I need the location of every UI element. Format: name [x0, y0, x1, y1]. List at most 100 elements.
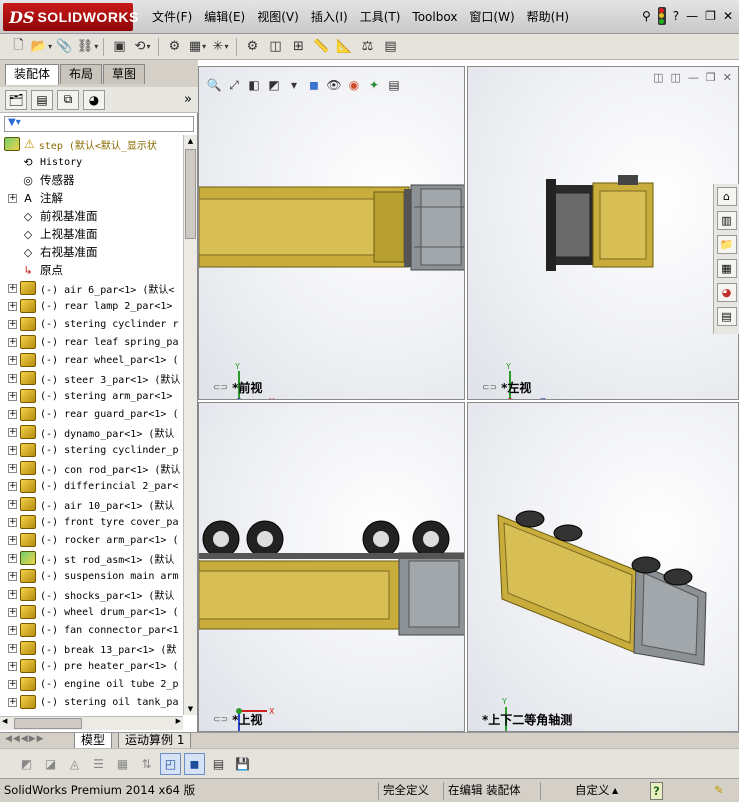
expand-toggle-icon[interactable]: + [8, 571, 17, 581]
tree-item-sensor[interactable]: ◎ 传感器 [0, 171, 183, 189]
file-explorer-icon[interactable]: 📁 [716, 235, 737, 254]
tab-motion-study[interactable]: 运动算例 1 [118, 733, 192, 749]
expand-toggle-icon[interactable]: + [8, 643, 17, 653]
tree-component-row[interactable]: + (-) rear guard_par<1> ( [0, 405, 183, 423]
tree-component-row[interactable]: + (-) stering oil tank_pa [0, 693, 183, 711]
tree-component-row[interactable]: + (-) st rod_asm<1> (默认 [0, 549, 183, 567]
menu-tools[interactable]: 工具(T) [354, 8, 407, 26]
tree-component-row[interactable]: + (-) break 13_par<1> (默 [0, 639, 183, 657]
smart-fasteners-icon[interactable]: ⚙ [164, 37, 185, 57]
expand-toggle-icon[interactable]: + [8, 283, 17, 293]
scroll-up-arrow-icon[interactable]: ▲ [185, 135, 196, 147]
pattern-icon[interactable]: ▦ [187, 37, 208, 57]
tree-item-origin[interactable]: ↳ 原点 [0, 261, 183, 279]
scroll-left-arrow-icon[interactable]: ◀ [2, 717, 7, 725]
tree-component-row[interactable]: + (-) con rod_par<1> (默认 [0, 459, 183, 477]
viewport-front[interactable]: 🔍 ⤢ ◧ ◩ ▾ ◼ 👁 ◉ ✦ ▤ Y ⊂⊃ *前视 [198, 66, 465, 400]
insert-component-icon[interactable]: ▣ [109, 37, 130, 57]
minimize-button[interactable]: — [686, 9, 698, 23]
appearance-icon[interactable]: ◕ [83, 89, 105, 110]
custom-properties-icon[interactable]: ▤ [716, 307, 737, 326]
expand-toggle-icon[interactable]: + [8, 625, 17, 635]
save-view-icon[interactable]: 💾 [232, 753, 253, 775]
menu-view[interactable]: 视图(V) [251, 8, 305, 26]
expand-toggle-icon[interactable]: + [8, 517, 17, 527]
measure-icon[interactable]: 📏 [311, 37, 332, 57]
expand-toggle-icon[interactable]: + [8, 697, 17, 707]
mate-icon[interactable]: ⛓ [77, 37, 98, 57]
home-icon[interactable]: ⌂ [716, 187, 737, 206]
expand-toggle-icon[interactable]: + [8, 589, 17, 599]
tree-component-row[interactable]: + (-) differincial 2_par< [0, 477, 183, 495]
menu-file[interactable]: 文件(F) [146, 8, 198, 26]
open-icon[interactable]: 📂 [31, 37, 52, 57]
menu-toolbox[interactable]: Toolbox [406, 8, 463, 26]
tree-item-annotation[interactable]: + A 注解 [0, 189, 183, 207]
tree-item-plane[interactable]: ◇ 右视基准面 [0, 243, 183, 261]
expand-toggle-icon[interactable]: + [8, 337, 17, 347]
paperclip-icon[interactable]: 📎 [54, 37, 75, 57]
link-icon[interactable]: ⊂⊃ [482, 383, 497, 393]
expand-toggle-icon[interactable]: + [8, 193, 17, 203]
viewport-dimetric[interactable]: Y X Z *上下二等角轴测 [467, 402, 739, 732]
hidden-lines-icon[interactable]: ◬ [64, 753, 85, 775]
table-icon[interactable]: ▤ [208, 753, 229, 775]
tab-sketch[interactable]: 草图 [103, 64, 146, 84]
tab-scroll-arrows-icon[interactable]: ◀◀◀▶▶ [5, 734, 45, 744]
help-menu-button[interactable]: ? [673, 9, 679, 23]
tree-component-row[interactable]: + (-) stering cyclinder r [0, 315, 183, 333]
tree-component-row[interactable]: + (-) suspension main arm [0, 567, 183, 585]
expand-toggle-icon[interactable]: + [8, 355, 17, 365]
expand-toggle-icon[interactable]: + [8, 661, 17, 671]
configuration-manager-icon[interactable]: ⧉ [57, 89, 79, 110]
tree-component-row[interactable]: + (-) shocks_par<1> (默认 [0, 585, 183, 603]
tree-component-row[interactable]: + (-) wheel drum_par<1> ( [0, 603, 183, 621]
tree-component-row[interactable]: + (-) fan connector_par<1 [0, 621, 183, 639]
expand-toggle-icon[interactable]: + [8, 427, 17, 437]
tab-assembly[interactable]: 装配体 [5, 64, 60, 85]
tree-filter-input[interactable]: ▼▾ [4, 116, 194, 132]
solidworks-logo[interactable]: DS SOLIDWORKS [3, 3, 138, 31]
grid-icon[interactable]: ▦ [112, 753, 133, 775]
tree-item-plane[interactable]: ◇ 上视基准面 [0, 225, 183, 243]
expand-toggle-icon[interactable]: + [8, 535, 17, 545]
menu-window[interactable]: 窗口(W) [463, 8, 520, 26]
options-gear-icon[interactable]: ⚙ [242, 37, 263, 57]
pin-icon[interactable]: ⚲ [642, 9, 651, 23]
interference-icon[interactable]: ◫ [265, 37, 286, 57]
list-icon[interactable]: ☰ [88, 753, 109, 775]
hscroll-thumb[interactable] [14, 718, 82, 729]
mass-properties-icon[interactable]: ⚖ [357, 37, 378, 57]
scroll-down-arrow-icon[interactable]: ▼ [185, 703, 196, 715]
expand-toggle-icon[interactable]: + [8, 409, 17, 419]
menu-edit[interactable]: 编辑(E) [198, 8, 251, 26]
tree-component-row[interactable]: + (-) air 10_par<1> (默认 [0, 495, 183, 513]
link-icon[interactable]: ⊂⊃ [213, 715, 228, 725]
expand-toggle-icon[interactable]: + [8, 391, 17, 401]
expand-toggle-icon[interactable]: + [8, 553, 17, 563]
tree-component-row[interactable]: + (-) pre heater_par<1> ( [0, 657, 183, 675]
tab-model[interactable]: 模型 [74, 733, 113, 749]
tree-component-row[interactable]: + (-) rear wheel_par<1> ( [0, 351, 183, 369]
expand-toggle-icon[interactable]: + [8, 481, 17, 491]
tree-component-row[interactable]: + (-) dynamo_par<1> (默认 [0, 423, 183, 441]
tree-root[interactable]: ⚠ step (默认<默认_显示状 [0, 135, 183, 153]
exploded-view-icon[interactable]: ✳ [210, 37, 231, 57]
move-component-icon[interactable]: ⟲ [132, 37, 153, 57]
tree-horizontal-scrollbar[interactable]: ◀ ▶ [0, 716, 183, 730]
view-palette-icon[interactable]: ▦ [716, 259, 737, 278]
quick-tips-help-icon[interactable]: ? [650, 782, 663, 800]
tree-item-history[interactable]: ⟲ History [0, 153, 183, 171]
shaded-icon[interactable]: ◼ [184, 752, 205, 775]
menu-insert[interactable]: 插入(I) [305, 8, 354, 26]
appearances-icon[interactable]: ◕ [716, 283, 737, 302]
tree-component-row[interactable]: + (-) rear lamp 2_par<1> [0, 297, 183, 315]
menu-help[interactable]: 帮助(H) [521, 8, 575, 26]
expand-panel-icon[interactable]: » [184, 92, 192, 107]
tree-component-row[interactable]: + (-) engine oil tube 2_p [0, 675, 183, 693]
expand-toggle-icon[interactable]: + [8, 301, 17, 311]
tree-component-row[interactable]: + (-) stering cyclinder_p [0, 441, 183, 459]
property-manager-icon[interactable]: ▤ [31, 89, 53, 110]
tree-component-row[interactable]: + (-) stering arm_par<1> [0, 387, 183, 405]
expand-toggle-icon[interactable]: + [8, 463, 17, 473]
